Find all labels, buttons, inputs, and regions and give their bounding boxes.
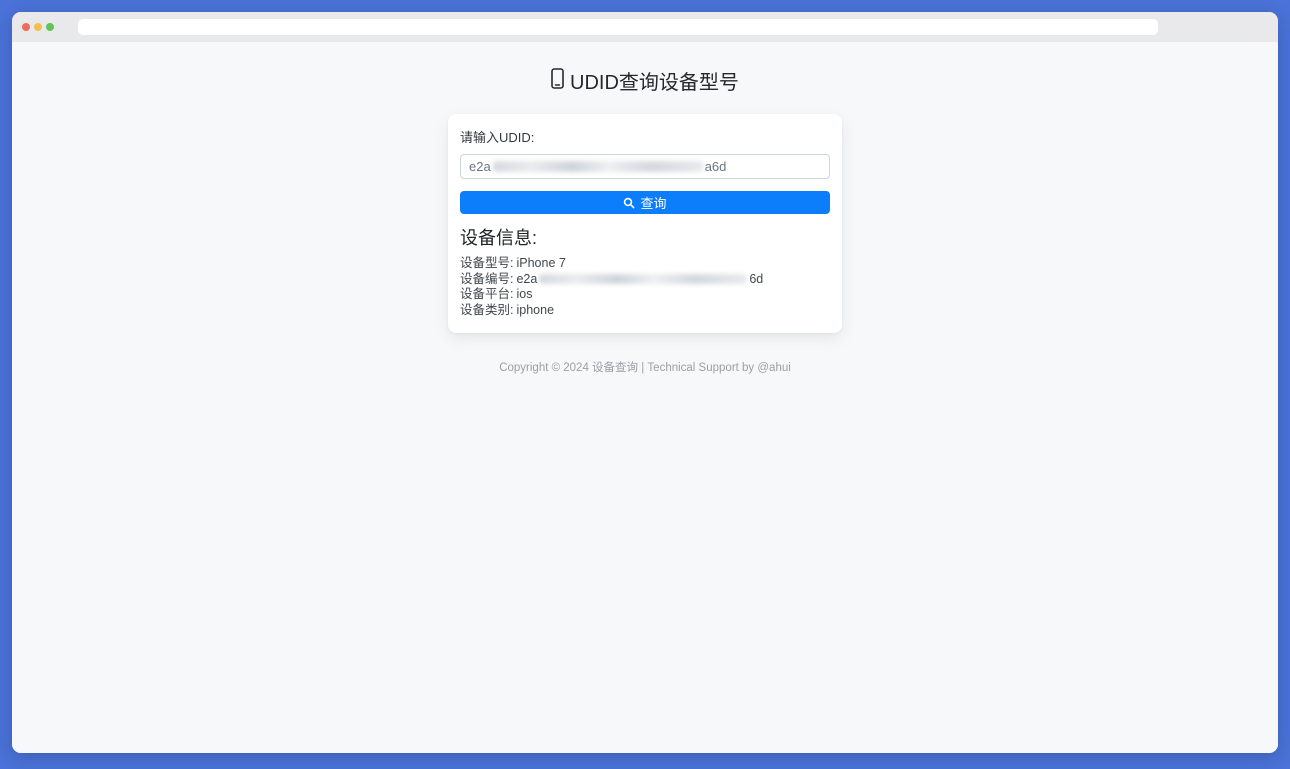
device-category-value: iphone — [516, 303, 554, 317]
page-title: UDID查询设备型号 — [12, 68, 1278, 97]
browser-titlebar — [12, 12, 1278, 42]
device-info-heading: 设备信息: — [460, 227, 830, 249]
minimize-window-button[interactable] — [34, 23, 42, 31]
browser-window: UDID查询设备型号 请输入UDID: e2a a6d 查询 设备信息: — [12, 12, 1278, 753]
device-info-list: 设备型号:iPhone 7 设备编号:e2a6d 设备平台:ios 设备类别:i… — [460, 256, 830, 321]
device-platform-label: 设备平台: — [460, 287, 513, 301]
redacted-udid-blur — [493, 161, 703, 172]
page-title-text: UDID查询设备型号 — [570, 69, 739, 97]
close-window-button[interactable] — [22, 23, 30, 31]
url-bar[interactable] — [78, 19, 1158, 35]
udid-value-suffix: a6d — [705, 159, 727, 174]
device-platform-row: 设备平台:ios — [460, 287, 830, 303]
udid-value-prefix: e2a — [469, 159, 491, 174]
device-category-label: 设备类别: — [460, 303, 513, 317]
traffic-lights — [22, 23, 54, 31]
device-category-row: 设备类别:iphone — [460, 303, 830, 319]
search-icon — [623, 197, 635, 209]
udid-input-label: 请输入UDID: — [460, 127, 830, 146]
query-button-label: 查询 — [640, 193, 666, 212]
udid-lookup-card: 请输入UDID: e2a a6d 查询 设备信息: 设备型号:iPhone — [448, 114, 842, 333]
device-udid-row: 设备编号:e2a 6d — [460, 272, 830, 288]
device-udid-prefix: e2a — [516, 272, 537, 286]
zoom-window-button[interactable] — [46, 23, 54, 31]
device-model-row: 设备型号:iPhone 7 — [460, 256, 830, 272]
udid-input[interactable]: e2a a6d — [460, 154, 830, 179]
device-model-value: iPhone 7 — [516, 256, 565, 270]
page-content: UDID查询设备型号 请输入UDID: e2a a6d 查询 设备信息: — [12, 68, 1278, 753]
device-platform-value: ios — [516, 287, 532, 301]
mobile-phone-icon — [551, 68, 564, 97]
footer-copyright: Copyright © 2024 设备查询 | Technical Suppor… — [12, 359, 1278, 375]
query-button[interactable]: 查询 — [460, 191, 830, 214]
redacted-device-udid-blur — [539, 274, 747, 284]
device-udid-label: 设备编号: — [460, 272, 513, 286]
device-model-label: 设备型号: — [460, 256, 513, 270]
device-udid-suffix: 6d — [749, 272, 763, 286]
